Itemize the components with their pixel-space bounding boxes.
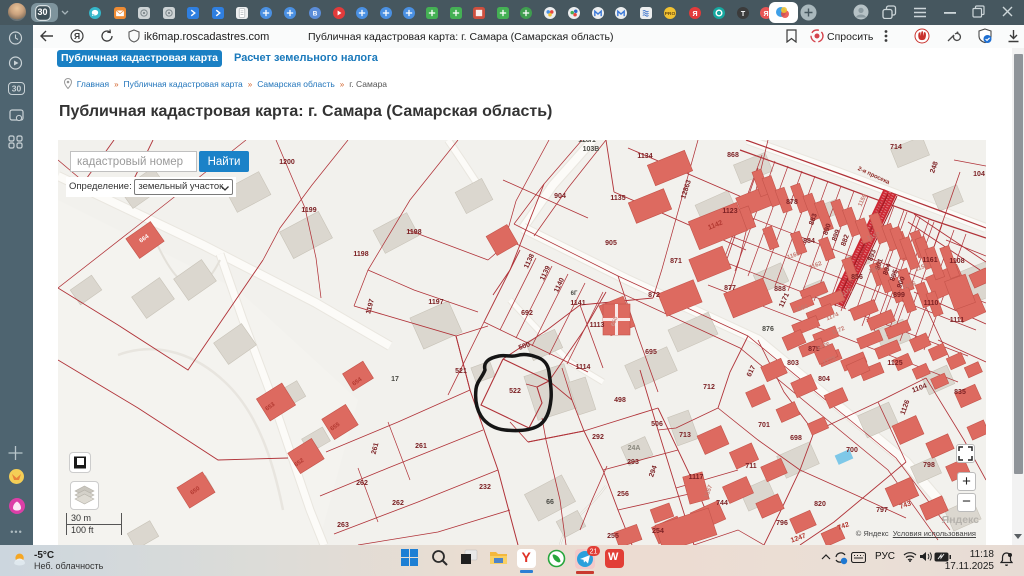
svg-text:701: 701 [758,422,770,429]
svg-text:1198: 1198 [353,251,368,258]
svg-text:868: 868 [727,152,739,159]
svg-text:262: 262 [392,500,404,507]
svg-text:1197: 1197 [428,299,443,306]
svg-text:713: 713 [679,432,691,439]
svg-text:803: 803 [787,360,799,367]
svg-text:804: 804 [818,376,830,383]
svg-text:1125: 1125 [887,360,902,367]
svg-text:1199: 1199 [301,207,316,214]
svg-text:232: 232 [479,484,491,491]
svg-text:256: 256 [617,491,629,498]
svg-text:1141: 1141 [570,300,585,307]
svg-text:1198: 1198 [406,229,421,236]
svg-text:835: 835 [954,389,966,396]
svg-text:498: 498 [614,397,626,404]
svg-text:1134: 1134 [637,153,652,160]
svg-text:1108: 1108 [949,258,964,265]
svg-text:262: 262 [356,480,368,487]
svg-text:711: 711 [745,463,756,470]
svg-text:884: 884 [803,238,815,245]
svg-text:878: 878 [786,199,798,206]
svg-text:1114: 1114 [576,364,591,371]
svg-text:698: 698 [790,435,802,442]
svg-text:254: 254 [652,528,664,535]
svg-text:871: 871 [670,258,682,265]
svg-text:Я: Я [763,10,768,17]
svg-text:261: 261 [415,443,427,450]
svg-text:104: 104 [973,171,985,178]
svg-text:1123: 1123 [722,208,737,215]
svg-text:798: 798 [923,462,935,469]
svg-text:692: 692 [521,310,533,317]
svg-text:700: 700 [846,447,858,454]
svg-text:744: 744 [716,500,728,507]
svg-text:292: 292 [592,434,604,441]
svg-text:876: 876 [762,326,774,333]
svg-text:856: 856 [851,274,863,281]
svg-text:695: 695 [645,349,657,356]
svg-text:PRO: PRO [664,11,675,17]
svg-text:1111: 1111 [950,317,965,324]
svg-text:293: 293 [627,459,639,466]
svg-text:21: 21 [590,549,598,556]
svg-text:872: 872 [648,292,660,299]
svg-text:128/1: 128/1 [578,140,596,144]
svg-text:820: 820 [814,501,826,508]
svg-text:B: B [312,10,317,17]
svg-text:877: 877 [724,285,736,292]
svg-text:1113: 1113 [590,322,605,329]
svg-text:904: 904 [554,193,566,200]
svg-text:899: 899 [893,292,905,299]
svg-text:712: 712 [703,384,715,391]
svg-text:263: 263 [337,522,349,529]
svg-text:6Г: 6Г [571,291,578,297]
svg-text:1200: 1200 [279,159,295,166]
svg-text:Т: Т [740,10,745,17]
svg-text:714: 714 [890,144,902,151]
svg-text:1135: 1135 [610,195,625,202]
svg-text:1117: 1117 [689,474,704,481]
svg-text:1110: 1110 [924,300,939,307]
svg-text:797: 797 [876,507,888,514]
svg-text:Я: Я [692,10,697,17]
svg-text:66: 66 [546,499,554,506]
svg-text:17: 17 [391,376,399,383]
svg-text:521: 521 [455,368,467,375]
svg-text:103В: 103В [583,146,600,153]
svg-text:522: 522 [509,388,521,395]
svg-text:506: 506 [651,421,663,428]
svg-text:796: 796 [776,520,788,527]
svg-text:Я: Я [74,31,80,41]
svg-text:905: 905 [605,240,617,247]
svg-text:255: 255 [607,533,619,540]
svg-text:24A: 24A [628,445,641,452]
